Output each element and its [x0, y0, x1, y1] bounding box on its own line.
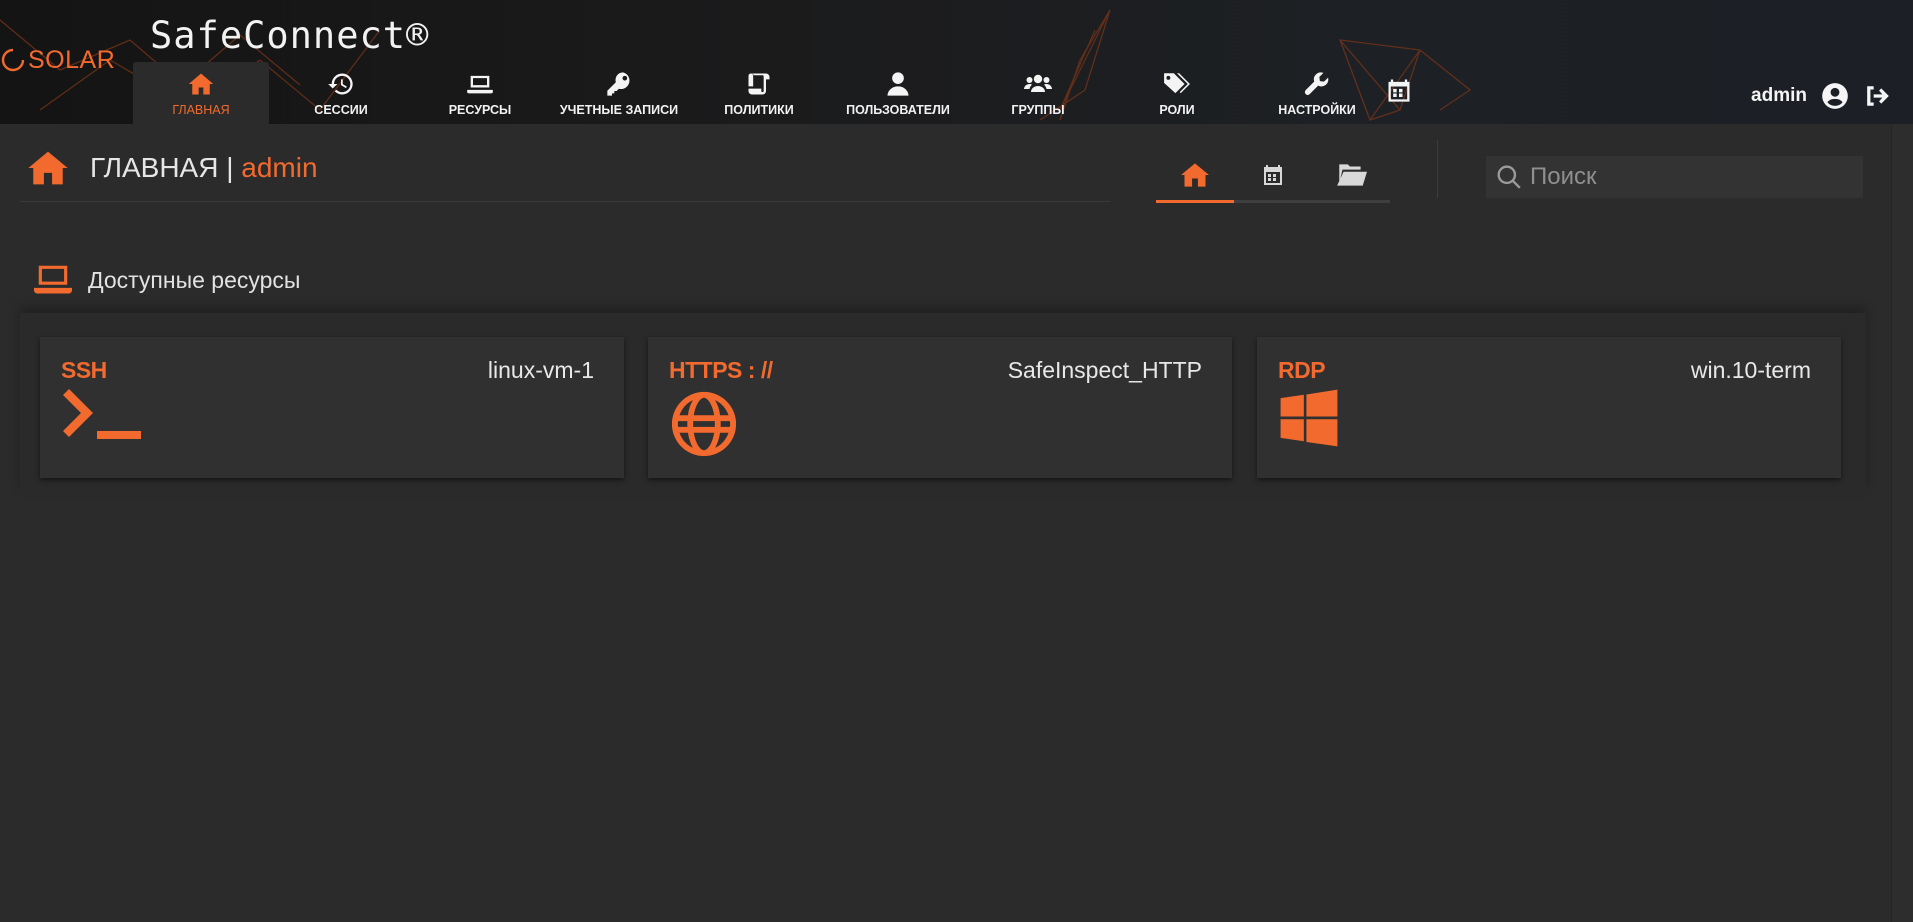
- tags-icon: [1164, 73, 1190, 94]
- current-user-name[interactable]: admin: [1751, 85, 1807, 107]
- search-input[interactable]: [1530, 163, 1850, 191]
- resource-card-https[interactable]: HTTPS : // SafeInspect_HTTP: [648, 337, 1232, 478]
- home-icon: [28, 151, 68, 185]
- calendar-icon: [1388, 79, 1410, 102]
- user-area: admin: [1751, 82, 1893, 110]
- resource-protocol: RDP: [1278, 357, 1326, 383]
- page-scrollbar[interactable]: [1891, 124, 1913, 922]
- page-title: ГЛАВНАЯ | admin: [90, 152, 318, 184]
- resource-protocol: SSH: [61, 357, 107, 383]
- nav-item-settings[interactable]: НАСТРОЙКИ: [1249, 62, 1385, 124]
- nav-item-label: РОЛИ: [1159, 103, 1195, 117]
- history-icon: [328, 73, 353, 95]
- top-bar: SOLAR SafeConnect® ГЛАВНАЯ СЕССИИ РЕСУРС…: [0, 0, 1913, 124]
- sign-out-icon[interactable]: [1863, 83, 1893, 109]
- header-vertical-divider: [1437, 140, 1438, 198]
- calendar-icon: [1264, 165, 1282, 185]
- globe-icon: [669, 389, 739, 464]
- nav-item-label: УЧЕТНЫЕ ЗАПИСИ: [559, 103, 679, 117]
- nav-item-label: ПОЛИТИКИ: [724, 103, 794, 117]
- home-icon: [1181, 163, 1209, 187]
- page-header: ГЛАВНАЯ | admin: [28, 150, 318, 186]
- nav-item-users[interactable]: ПОЛЬЗОВАТЕЛИ: [830, 62, 966, 124]
- nav-item-label: НАСТРОЙКИ: [1278, 103, 1356, 117]
- resource-name: win.10-term: [1690, 357, 1811, 383]
- nav-item-label: ГЛАВНАЯ: [172, 103, 230, 117]
- nav-item-accounts[interactable]: УЧЕТНЫЕ ЗАПИСИ: [551, 62, 687, 124]
- laptop-icon: [467, 75, 493, 94]
- scroll-icon: [748, 73, 770, 95]
- users-icon: [1024, 74, 1052, 92]
- laptop-icon: [34, 265, 72, 294]
- resource-name: SafeInspect_HTTP: [1007, 357, 1202, 383]
- logo-text: SOLAR: [28, 45, 116, 74]
- nav-item-label: СЕССИИ: [314, 103, 368, 117]
- nav-item-policies[interactable]: ПОЛИТИКИ: [691, 62, 827, 124]
- user-circle-icon[interactable]: [1821, 82, 1849, 110]
- tab-folders[interactable]: [1312, 150, 1390, 200]
- key-icon: [607, 72, 630, 96]
- search-box: [1486, 156, 1863, 198]
- nav-item-home[interactable]: ГЛАВНАЯ: [133, 62, 269, 124]
- resources-section-title: Доступные ресурсы: [88, 266, 301, 293]
- folder-icon: [1337, 164, 1367, 186]
- nav-item-roles[interactable]: РОЛИ: [1109, 62, 1245, 124]
- nav-item-label: РЕСУРСЫ: [448, 103, 512, 117]
- resource-card-rdp[interactable]: RDP win.10-term: [1257, 337, 1841, 478]
- terminal-icon: [61, 389, 143, 452]
- wrench-icon: [1304, 72, 1329, 95]
- page-title-text: ГЛАВНАЯ |: [90, 152, 242, 183]
- nav-item-groups[interactable]: ГРУППЫ: [970, 62, 1106, 124]
- page-title-user: admin: [241, 152, 318, 183]
- header-divider: [20, 201, 1110, 202]
- solar-logo[interactable]: SOLAR: [0, 44, 115, 76]
- nav-calendar-button[interactable]: [1369, 62, 1429, 124]
- resource-name: linux-vm-1: [487, 357, 594, 383]
- solar-logo-icon: [1, 48, 25, 72]
- tab-calendar[interactable]: [1234, 150, 1312, 200]
- search-icon: [1497, 165, 1521, 189]
- view-tabs: [1156, 150, 1390, 203]
- nav-item-resources[interactable]: РЕСУРСЫ: [412, 62, 548, 124]
- tab-home[interactable]: [1156, 150, 1234, 203]
- home-icon: [188, 73, 214, 95]
- resource-card-ssh[interactable]: SSH linux-vm-1: [40, 337, 624, 478]
- nav-item-sessions[interactable]: СЕССИИ: [273, 62, 409, 124]
- resource-protocol: HTTPS : //: [669, 357, 773, 383]
- windows-icon: [1278, 387, 1340, 454]
- resources-section-header: Доступные ресурсы: [34, 264, 300, 296]
- nav-item-label: ПОЛЬЗОВАТЕЛИ: [846, 103, 950, 117]
- nav-item-label: ГРУППЫ: [1011, 103, 1065, 117]
- app-title: SafeConnect®: [150, 14, 430, 57]
- user-icon: [887, 72, 909, 96]
